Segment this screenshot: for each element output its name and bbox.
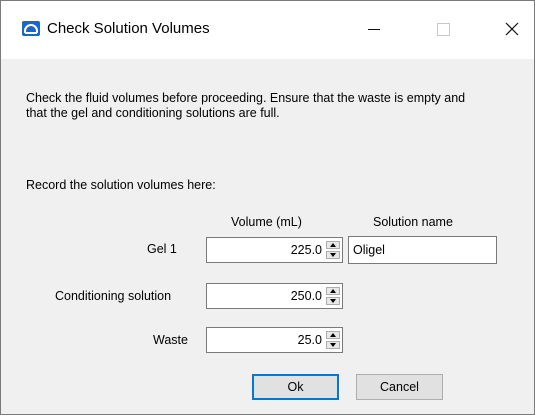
arrow-down-icon (330, 343, 336, 347)
gel1-volume-up-button[interactable] (326, 241, 340, 249)
gel1-solution-name-input[interactable]: Oligel (348, 236, 497, 264)
waste-volume-value[interactable]: 25.0 (298, 333, 322, 347)
conditioning-volume-up-button[interactable] (326, 287, 340, 295)
arrow-up-icon (330, 289, 336, 293)
close-icon (505, 22, 519, 36)
record-volumes-label: Record the solution volumes here: (26, 178, 216, 192)
conditioning-volume-down-button[interactable] (326, 297, 340, 305)
maximize-icon (436, 22, 450, 36)
volume-column-header: Volume (mL) (231, 215, 302, 229)
conditioning-volume-value[interactable]: 250.0 (291, 289, 322, 303)
gel1-volume-value[interactable]: 225.0 (291, 243, 322, 257)
arrow-down-icon (330, 253, 336, 257)
close-button[interactable] (489, 9, 535, 49)
minimize-icon (368, 28, 380, 30)
app-logo-icon (22, 21, 40, 36)
waste-volume-down-button[interactable] (326, 341, 340, 349)
instructions-text: Check the fluid volumes before proceedin… (26, 91, 466, 120)
window-title: Check Solution Volumes (47, 20, 210, 37)
gel1-volume-stepper[interactable]: 225.0 (206, 237, 343, 263)
conditioning-solution-label: Conditioning solution (55, 289, 172, 303)
waste-label: Waste (153, 333, 188, 347)
dialog-window: Check Solution Volumes Check the fluid v… (0, 0, 535, 415)
arrow-down-icon (330, 299, 336, 303)
waste-volume-up-button[interactable] (326, 331, 340, 339)
gel1-volume-down-button[interactable] (326, 251, 340, 259)
conditioning-volume-stepper[interactable]: 250.0 (206, 283, 343, 309)
minimize-button[interactable] (351, 9, 397, 49)
maximize-button[interactable] (420, 9, 466, 49)
title-bar[interactable]: Check Solution Volumes (1, 1, 534, 59)
ok-button[interactable]: Ok (252, 374, 339, 400)
gel1-label: Gel 1 (147, 242, 177, 256)
waste-volume-stepper[interactable]: 25.0 (206, 327, 343, 353)
solution-name-column-header: Solution name (373, 215, 453, 229)
cancel-button[interactable]: Cancel (356, 374, 443, 400)
arrow-up-icon (330, 243, 336, 247)
arrow-up-icon (330, 333, 336, 337)
